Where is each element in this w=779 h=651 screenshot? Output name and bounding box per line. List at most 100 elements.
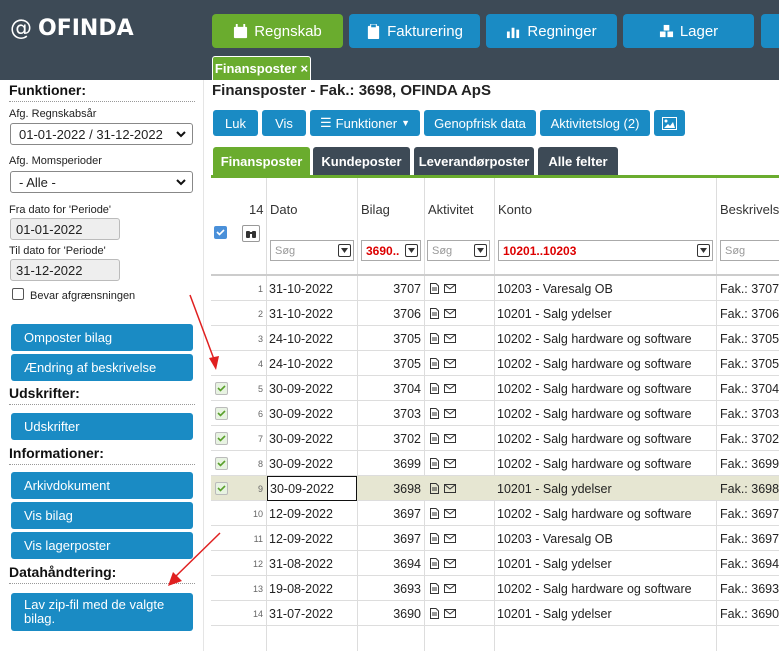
envelope-icon[interactable] xyxy=(444,534,456,543)
udskrifter-button[interactable]: Udskrifter xyxy=(11,413,193,440)
vat-select[interactable]: - Alle - xyxy=(10,171,193,193)
table-row[interactable]: 7 30-09-2022 3702 10202 - Salg hardware og … xyxy=(211,426,779,451)
envelope-icon[interactable] xyxy=(444,384,456,393)
aktivitetslog-button[interactable]: Aktivitetslog (2) xyxy=(540,110,650,136)
tab-alle-felter[interactable]: Alle felter xyxy=(538,147,618,175)
table-row[interactable]: 8 30-09-2022 3699 10202 - Salg hardware og … xyxy=(211,451,779,476)
filter-aktivitet[interactable]: Søg xyxy=(427,240,490,261)
document-icon[interactable] xyxy=(430,283,439,294)
table-row[interactable]: 11 12-09-2022 3697 10203 - Varesalg OB Fak.:… xyxy=(211,526,779,551)
zip-file-button[interactable]: Lav zip-fil med de valgte bilag. xyxy=(11,593,193,631)
table-row[interactable]: 4 24-10-2022 3705 10202 - Salg hardware og … xyxy=(211,351,779,376)
cell-dato[interactable]: 31-10-2022 xyxy=(269,276,357,301)
filter-konto[interactable]: 10201..10203 xyxy=(498,240,713,261)
filter-dropdown-icon[interactable] xyxy=(697,244,710,257)
envelope-icon[interactable] xyxy=(444,334,456,343)
tab-leverandoerposter[interactable]: Leverandørposter xyxy=(414,147,534,175)
tab-kundeposter[interactable]: Kundeposter xyxy=(313,147,410,175)
envelope-icon[interactable] xyxy=(444,284,456,293)
row-checkbox[interactable] xyxy=(215,557,228,570)
close-icon[interactable]: × xyxy=(301,61,309,76)
table-row[interactable]: 3 24-10-2022 3705 10202 - Salg hardware og … xyxy=(211,326,779,351)
row-checkbox[interactable] xyxy=(215,357,228,370)
cell-dato[interactable]: 31-08-2022 xyxy=(269,551,357,576)
row-checkbox[interactable] xyxy=(215,507,228,520)
header-dato[interactable]: Dato xyxy=(270,202,297,217)
document-icon[interactable] xyxy=(430,608,439,619)
from-date-input[interactable]: 01-01-2022 xyxy=(10,218,120,240)
document-icon[interactable] xyxy=(430,383,439,394)
cell-dato[interactable]: 24-10-2022 xyxy=(269,326,357,351)
cell-dato[interactable]: 19-08-2022 xyxy=(269,576,357,601)
document-icon[interactable] xyxy=(430,533,439,544)
aendring-beskrivelse-button[interactable]: Ændring af beskrivelse xyxy=(11,354,193,381)
row-checkbox[interactable] xyxy=(215,482,228,495)
table-row[interactable]: 6 30-09-2022 3703 10202 - Salg hardware og … xyxy=(211,401,779,426)
header-aktivitet[interactable]: Aktivitet xyxy=(428,202,474,217)
document-icon[interactable] xyxy=(430,508,439,519)
arkivdokument-button[interactable]: Arkivdokument xyxy=(11,472,193,499)
table-row[interactable]: 1 31-10-2022 3707 10203 - Varesalg OB Fak.: … xyxy=(211,276,779,301)
table-row[interactable]: 5 30-09-2022 3704 10202 - Salg hardware og … xyxy=(211,376,779,401)
table-row[interactable]: 14 31-07-2022 3690 10201 - Salg ydelser Fak.… xyxy=(211,601,779,626)
binoculars-icon[interactable] xyxy=(242,225,260,242)
row-checkbox[interactable] xyxy=(215,457,228,470)
document-icon[interactable] xyxy=(430,483,439,494)
row-checkbox[interactable] xyxy=(215,582,228,595)
document-icon[interactable] xyxy=(430,358,439,369)
to-date-input[interactable]: 31-12-2022 xyxy=(10,259,120,281)
header-bilag[interactable]: Bilag xyxy=(361,202,390,217)
row-checkbox[interactable] xyxy=(215,532,228,545)
tab-finansposter[interactable]: Finansposter × xyxy=(212,56,311,80)
row-checkbox[interactable] xyxy=(215,432,228,445)
nav-regnskab[interactable]: Regnskab xyxy=(212,14,343,48)
row-checkbox[interactable] xyxy=(215,332,228,345)
envelope-icon[interactable] xyxy=(444,359,456,368)
nav-regninger[interactable]: Regninger xyxy=(486,14,617,48)
row-checkbox[interactable] xyxy=(215,382,228,395)
table-row[interactable]: 13 19-08-2022 3693 10202 - Salg hardware og… xyxy=(211,576,779,601)
document-icon[interactable] xyxy=(430,333,439,344)
vis-bilag-button[interactable]: Vis bilag xyxy=(11,502,193,529)
keep-filter-checkbox[interactable] xyxy=(12,288,24,300)
select-all-checkbox[interactable] xyxy=(214,226,227,239)
cell-dato[interactable]: 24-10-2022 xyxy=(269,351,357,376)
document-icon[interactable] xyxy=(430,408,439,419)
cell-dato[interactable]: 30-09-2022 xyxy=(267,476,357,501)
cell-dato[interactable]: 31-07-2022 xyxy=(269,601,357,626)
cell-dato[interactable]: 30-09-2022 xyxy=(269,451,357,476)
row-checkbox[interactable] xyxy=(215,307,228,320)
table-row[interactable]: 2 31-10-2022 3706 10201 - Salg ydelser Fak.:… xyxy=(211,301,779,326)
genopfrisk-button[interactable]: Genopfrisk data xyxy=(424,110,536,136)
table-row[interactable]: 9 30-09-2022 3698 10201 - Salg ydelser Fak.:… xyxy=(211,476,779,501)
document-icon[interactable] xyxy=(430,458,439,469)
document-icon[interactable] xyxy=(430,583,439,594)
envelope-icon[interactable] xyxy=(444,559,456,568)
cell-dato[interactable]: 12-09-2022 xyxy=(269,526,357,551)
nav-lager[interactable]: Lager xyxy=(623,14,754,48)
envelope-icon[interactable] xyxy=(444,609,456,618)
row-checkbox[interactable] xyxy=(215,607,228,620)
document-icon[interactable] xyxy=(430,308,439,319)
fiscal-year-select[interactable]: 01-01-2022 / 31-12-2022 xyxy=(10,123,193,145)
cell-dato[interactable]: 30-09-2022 xyxy=(269,376,357,401)
header-konto[interactable]: Konto xyxy=(498,202,532,217)
filter-beskrivelse[interactable]: Søg xyxy=(720,240,779,261)
luk-button[interactable]: Luk xyxy=(213,110,258,136)
cell-dato[interactable]: 12-09-2022 xyxy=(269,501,357,526)
vis-button[interactable]: Vis xyxy=(262,110,306,136)
envelope-icon[interactable] xyxy=(444,409,456,418)
nav-fakturering[interactable]: Fakturering xyxy=(349,14,480,48)
envelope-icon[interactable] xyxy=(444,434,456,443)
filter-bilag[interactable]: 3690.. xyxy=(361,240,421,261)
image-button[interactable] xyxy=(654,110,685,136)
envelope-icon[interactable] xyxy=(444,484,456,493)
envelope-icon[interactable] xyxy=(444,309,456,318)
filter-dropdown-icon[interactable] xyxy=(338,244,351,257)
cell-dato[interactable]: 31-10-2022 xyxy=(269,301,357,326)
envelope-icon[interactable] xyxy=(444,459,456,468)
ofinda-logo[interactable]: @ OFINDA xyxy=(10,16,134,41)
omposter-bilag-button[interactable]: Omposter bilag xyxy=(11,324,193,351)
filter-dropdown-icon[interactable] xyxy=(474,244,487,257)
table-row[interactable]: 10 12-09-2022 3697 10202 - Salg hardware og… xyxy=(211,501,779,526)
